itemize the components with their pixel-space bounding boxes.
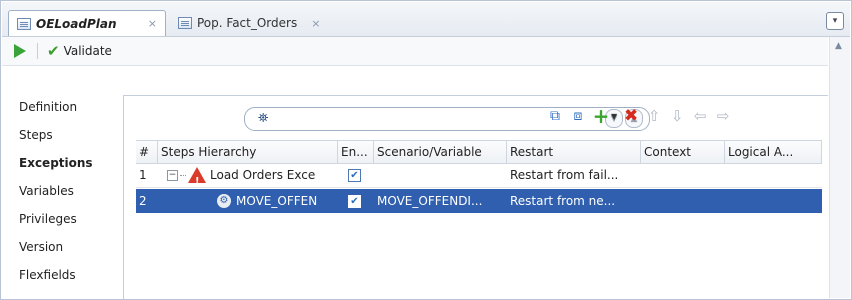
nav-item-privileges[interactable]: Privileges — [19, 205, 93, 233]
restart-cell[interactable]: Restart from ne... — [507, 189, 641, 213]
toolbar: ✔ Validate — [2, 37, 828, 66]
restart-cell[interactable]: Restart from fail... — [507, 163, 641, 187]
tab-pop-fact-orders[interactable]: Pop. Fact_Orders × — [170, 10, 356, 36]
move-down-icon[interactable]: ⇩ — [668, 107, 686, 125]
window-list-dropdown[interactable]: ▾ — [826, 12, 844, 30]
row-number: 1 — [139, 168, 147, 182]
context-cell — [641, 189, 725, 213]
tab-bar: OELoadPlan × Pop. Fact_Orders × ▾ — [2, 2, 850, 37]
row-number: 2 — [139, 194, 147, 208]
loadplan-icon — [17, 17, 31, 30]
tab-oeloadplan[interactable]: OELoadPlan × — [8, 10, 166, 36]
enabled-cell: ✔ — [338, 189, 374, 213]
tab-label: OELoadPlan — [36, 16, 117, 31]
collapse-icon[interactable]: − — [167, 169, 178, 181]
exceptions-panel: ⛯ ▼ ▲ ⧉ ⧈ + ▼ ✖ ⇧ ⇩ ⇦ ⇨ # Steps Hierarch… — [123, 95, 828, 299]
editor-nav: Definition Steps Exceptions Variables Pr… — [19, 93, 93, 289]
row-divider — [136, 187, 822, 188]
nav-item-version[interactable]: Version — [19, 233, 93, 261]
delete-icon[interactable]: ✖ — [622, 106, 640, 126]
nav-item-variables[interactable]: Variables — [19, 177, 93, 205]
column-header-steps-hierarchy[interactable]: Steps Hierarchy — [158, 141, 338, 163]
binoculars-icon[interactable]: ⛯ — [258, 111, 268, 126]
move-right-icon[interactable]: ⇨ — [714, 107, 732, 125]
toolbar-separator — [37, 43, 38, 59]
nav-item-flexfields[interactable]: Flexfields — [19, 261, 93, 289]
context-cell — [641, 163, 725, 187]
table-toolbar: ⧉ ⧈ + ▼ ✖ ⇧ ⇩ ⇦ ⇨ — [546, 104, 732, 128]
gear-icon: ⚙ — [217, 194, 231, 208]
editor-window: OELoadPlan × Pop. Fact_Orders × ▾ ✔ Vali… — [0, 0, 852, 300]
step-name: MOVE_OFFEN — [236, 194, 318, 208]
close-icon[interactable]: × — [311, 17, 320, 30]
step-cell: − Load Orders Exce — [158, 163, 338, 187]
play-icon[interactable] — [14, 44, 26, 58]
table-row[interactable]: 2 ⚙ MOVE_OFFEN ✔ MOVE_OFFENDI... Restart… — [136, 189, 822, 213]
scroll-up-icon[interactable]: ▲ — [835, 41, 842, 51]
collapse-all-icon[interactable]: ⧈ — [569, 107, 587, 125]
logical-agent-cell — [725, 163, 822, 187]
scenario-cell — [374, 163, 507, 187]
add-icon[interactable]: + — [592, 104, 610, 128]
chevron-down-icon: ▾ — [832, 16, 838, 26]
nav-item-steps[interactable]: Steps — [19, 121, 93, 149]
move-left-icon[interactable]: ⇦ — [691, 107, 709, 125]
close-icon[interactable]: × — [148, 17, 157, 30]
step-cell: ⚙ MOVE_OFFEN — [158, 189, 338, 213]
tree-connector — [180, 174, 186, 176]
expand-all-icon[interactable]: ⧉ — [546, 107, 564, 125]
column-header-context[interactable]: Context — [641, 141, 725, 163]
table-header: # Steps Hierarchy En... Scenario/Variabl… — [136, 140, 822, 164]
vertical-scrollbar[interactable]: ▲ — [829, 37, 850, 298]
chevron-down-icon[interactable]: ▼ — [611, 112, 617, 121]
warning-icon — [188, 167, 206, 187]
logical-agent-cell — [725, 189, 822, 213]
column-header-logical-agent[interactable]: Logical A... — [725, 141, 822, 163]
enabled-cell: ✔ — [338, 163, 374, 187]
mapping-icon — [178, 17, 192, 29]
checkmark-icon[interactable]: ✔ — [47, 42, 60, 60]
table-row[interactable]: 1 − Load Orders Exce ✔ Restart from fail… — [136, 163, 822, 187]
nav-item-exceptions[interactable]: Exceptions — [19, 149, 93, 177]
nav-item-definition[interactable]: Definition — [19, 93, 93, 121]
step-name: Load Orders Exce — [210, 168, 316, 182]
validate-button[interactable]: Validate — [64, 44, 112, 58]
enabled-checkbox[interactable]: ✔ — [348, 168, 361, 182]
enabled-checkbox[interactable]: ✔ — [348, 194, 361, 208]
column-header-scenario-variable[interactable]: Scenario/Variable — [374, 141, 507, 163]
tab-label: Pop. Fact_Orders — [197, 16, 298, 30]
column-header-number[interactable]: # — [136, 141, 158, 163]
scenario-cell[interactable]: MOVE_OFFENDI... — [374, 189, 507, 213]
column-header-enabled[interactable]: En... — [338, 141, 374, 163]
column-header-restart[interactable]: Restart — [507, 141, 641, 163]
move-up-icon[interactable]: ⇧ — [645, 107, 663, 125]
